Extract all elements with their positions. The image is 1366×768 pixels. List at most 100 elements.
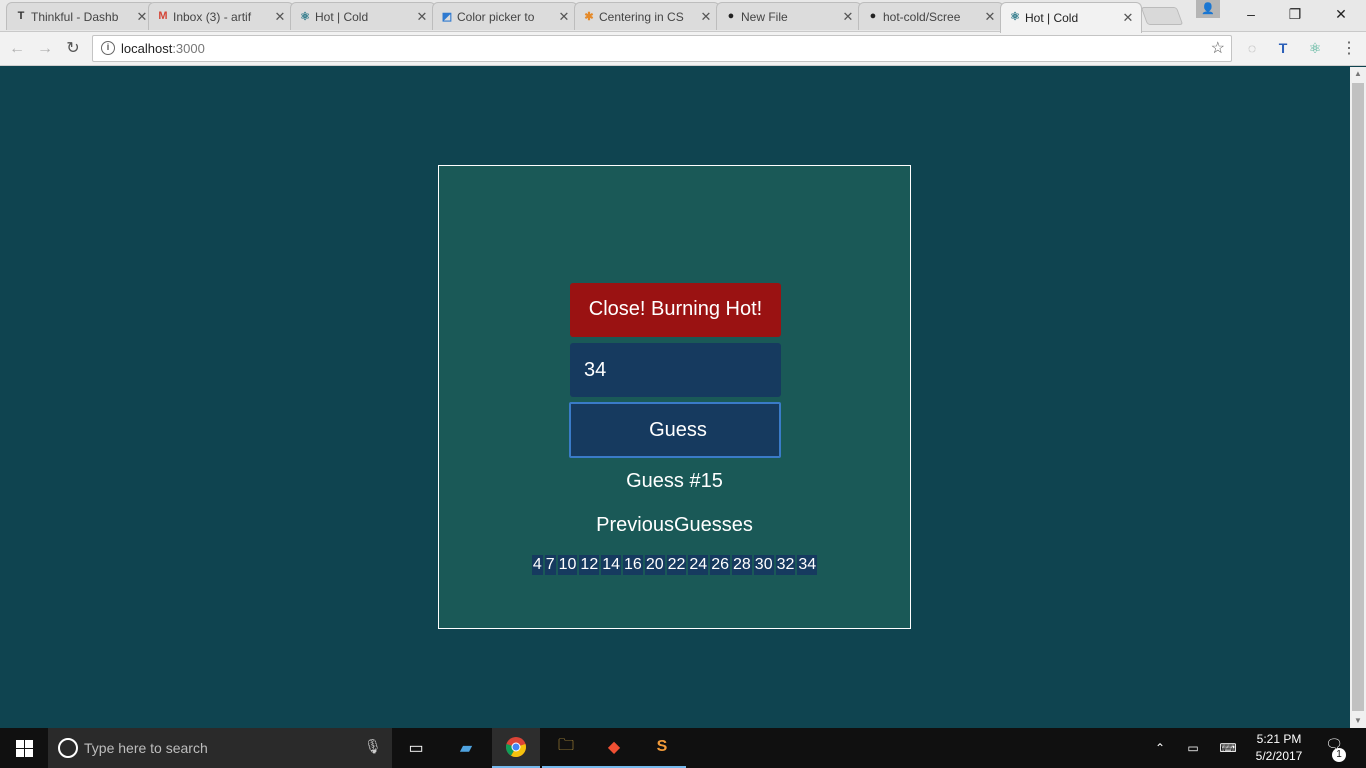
- tab-title: Centering in CS: [599, 9, 684, 24]
- browser-toolbar: ← → ↻ i localhost:3000 ☆ ◌ T ⚛ ⋮: [0, 32, 1366, 66]
- tab-title: Inbox (3) - artif: [173, 9, 252, 24]
- page-viewport: Close! Burning Hot! Guess Guess #15 Prev…: [0, 67, 1350, 728]
- thinkful-favicon-icon: T: [17, 10, 25, 22]
- previous-guess: 26: [710, 555, 730, 575]
- tab-color-picker[interactable]: ◩ Color picker to ✕: [432, 2, 578, 30]
- windows-logo-icon: [15, 739, 33, 757]
- tab-title: Hot | Cold: [1025, 11, 1079, 25]
- previous-guess: 34: [797, 555, 818, 575]
- previous-guess: 12: [579, 555, 600, 575]
- scroll-up-arrow-icon[interactable]: ▲: [1350, 67, 1366, 81]
- chrome-taskbar-icon[interactable]: [492, 728, 540, 768]
- previous-guesses-list: 4 7 10 12 14 16 20 22 24 26 28 30 32 34: [439, 555, 910, 575]
- tab-close-icon[interactable]: ✕: [983, 9, 997, 25]
- tab-title: hot-cold/Scree: [883, 9, 961, 24]
- browser-tab-strip: T Thinkful - Dashb ✕ M Inbox (3) - artif…: [0, 0, 1366, 33]
- url-host: localhost: [121, 41, 173, 56]
- maximize-button[interactable]: ❐: [1272, 0, 1318, 30]
- file-explorer-icon[interactable]: 🗀: [542, 728, 590, 768]
- tab-title: Thinkful - Dashb: [31, 9, 119, 24]
- tab-hot-cold-1[interactable]: ⚛ Hot | Cold ✕: [290, 2, 436, 30]
- microphone-icon[interactable]: 🎙: [364, 738, 382, 755]
- new-tab-button[interactable]: [1140, 7, 1184, 25]
- git-icon[interactable]: ◆: [590, 728, 638, 768]
- tab-close-icon[interactable]: ✕: [557, 9, 571, 25]
- chrome-logo-icon: [506, 737, 526, 758]
- app-launcher-icon[interactable]: ▰: [442, 728, 490, 768]
- extension-circle-icon[interactable]: ◌: [1242, 38, 1262, 58]
- gmail-favicon-icon: M: [158, 10, 168, 22]
- browser-menu-icon[interactable]: ⋮: [1341, 38, 1357, 60]
- github-favicon-icon: ●: [727, 10, 735, 22]
- previous-guess: 30: [753, 555, 774, 575]
- tab-close-icon[interactable]: ✕: [135, 9, 149, 25]
- color-picker-favicon-icon: ◩: [441, 10, 453, 23]
- guess-button[interactable]: Guess: [569, 402, 781, 458]
- taskbar-search-box[interactable]: Type here to search 🎙: [48, 728, 392, 768]
- previous-guess: 10: [557, 555, 578, 575]
- thinkful-extension-icon[interactable]: T: [1273, 38, 1293, 58]
- previous-guess: 4: [531, 555, 543, 575]
- tab-close-icon[interactable]: ✕: [1121, 10, 1135, 26]
- start-button[interactable]: [0, 728, 48, 768]
- clock-date: 5/2/2017: [1255, 749, 1303, 763]
- previous-guesses-heading: PreviousGuesses: [596, 514, 753, 536]
- task-view-icon[interactable]: ▭: [392, 728, 440, 768]
- url-text: localhost:3000: [121, 41, 205, 56]
- react-favicon-icon: ⚛: [300, 10, 310, 23]
- react-favicon-icon: ⚛: [1010, 10, 1020, 23]
- clock-time: 5:21 PM: [1256, 732, 1302, 746]
- tab-close-icon[interactable]: ✕: [699, 9, 713, 25]
- url-port: :3000: [172, 41, 205, 56]
- address-bar[interactable]: i localhost:3000 ☆: [92, 35, 1232, 62]
- game-container: Close! Burning Hot! Guess Guess #15 Prev…: [438, 165, 911, 629]
- system-clock[interactable]: 5:21 PM 5/2/2017: [1248, 731, 1310, 765]
- taskbar: Type here to search 🎙 ▭ ▰ 🗀 ◆ S ⌃ ▭ ⌨ 5:…: [0, 728, 1366, 768]
- forward-arrow-icon[interactable]: →: [34, 38, 56, 60]
- react-devtools-icon[interactable]: ⚛: [1305, 38, 1325, 58]
- tab-title: Hot | Cold: [315, 9, 369, 24]
- tab-new-file[interactable]: ● New File ✕: [716, 2, 862, 30]
- guess-input[interactable]: [570, 343, 781, 397]
- tab-title: New File: [741, 9, 788, 24]
- info-icon[interactable]: i: [101, 41, 115, 55]
- action-center-icon[interactable]: 🗨 1: [1318, 736, 1350, 762]
- previous-guess: 22: [666, 555, 687, 575]
- tab-hot-cold-active[interactable]: ⚛ Hot | Cold ✕: [1000, 2, 1142, 33]
- github-favicon-icon: ●: [869, 10, 877, 22]
- notification-badge: 1: [1332, 748, 1346, 762]
- bookmark-star-icon[interactable]: ☆: [1211, 38, 1225, 58]
- page-scrollbar[interactable]: ▲ ▼: [1350, 67, 1366, 728]
- asterisk-favicon-icon: ✱: [584, 10, 594, 23]
- search-placeholder: Type here to search: [84, 740, 208, 756]
- guess-count: Guess #15: [626, 470, 723, 492]
- tab-thinkful[interactable]: T Thinkful - Dashb ✕: [6, 2, 156, 30]
- minimize-button[interactable]: –: [1228, 0, 1274, 30]
- keyboard-icon[interactable]: ⌨: [1214, 728, 1242, 768]
- tab-inbox[interactable]: M Inbox (3) - artif ✕: [148, 2, 294, 30]
- previous-guess: 7: [544, 555, 556, 575]
- previous-guess: 14: [601, 555, 622, 575]
- tab-close-icon[interactable]: ✕: [415, 9, 429, 25]
- previous-guess: 16: [623, 555, 643, 575]
- tab-centering-css[interactable]: ✱ Centering in CS ✕: [574, 2, 720, 30]
- cortana-icon: [58, 738, 78, 758]
- previous-guess: 20: [644, 555, 665, 575]
- previous-guess: 28: [732, 555, 752, 575]
- tab-close-icon[interactable]: ✕: [273, 9, 287, 25]
- feedback-message: Close! Burning Hot!: [570, 283, 781, 337]
- scrollbar-thumb[interactable]: [1352, 83, 1364, 711]
- sublime-text-icon[interactable]: S: [638, 728, 686, 768]
- show-hidden-icons-icon[interactable]: ⌃: [1150, 728, 1170, 768]
- back-arrow-icon[interactable]: ←: [6, 38, 28, 60]
- previous-guess: 32: [775, 555, 796, 575]
- tab-close-icon[interactable]: ✕: [841, 9, 855, 25]
- reload-icon[interactable]: ↻: [62, 38, 84, 60]
- close-window-button[interactable]: ✕: [1318, 0, 1364, 30]
- tab-hot-cold-repo[interactable]: ● hot-cold/Scree ✕: [858, 2, 1004, 30]
- previous-guess: 24: [688, 555, 709, 575]
- scroll-down-arrow-icon[interactable]: ▼: [1350, 714, 1366, 728]
- battery-icon[interactable]: ▭: [1182, 728, 1204, 768]
- profile-icon[interactable]: 👤: [1196, 0, 1220, 18]
- tab-title: Color picker to: [457, 9, 535, 24]
